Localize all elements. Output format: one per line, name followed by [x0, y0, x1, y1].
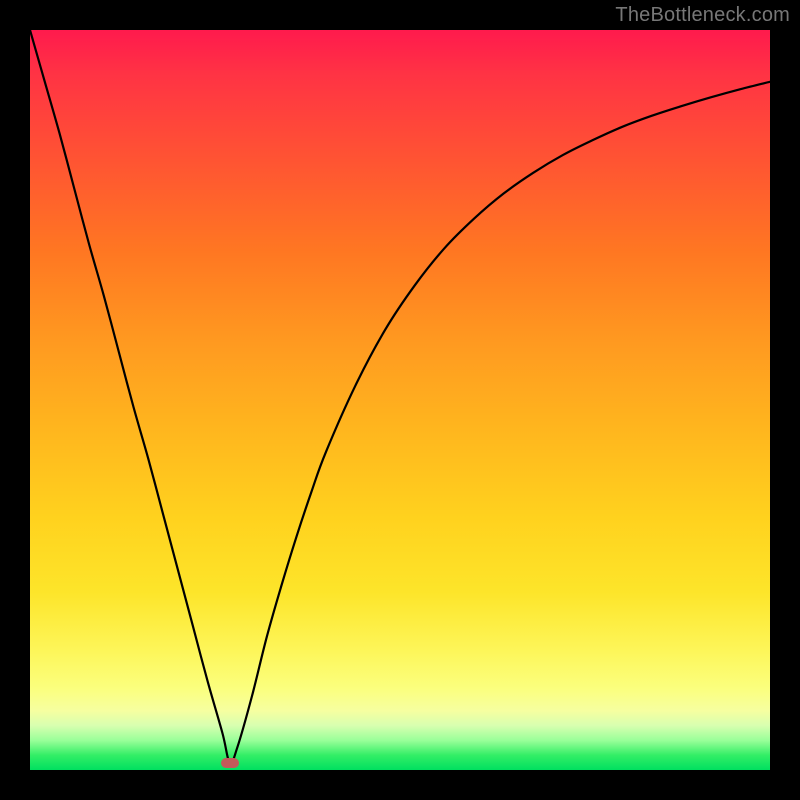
plot-area [30, 30, 770, 770]
curve-svg [30, 30, 770, 770]
optimum-marker [221, 758, 239, 768]
chart-frame: TheBottleneck.com [0, 0, 800, 800]
bottleneck-curve [30, 30, 770, 763]
watermark-text: TheBottleneck.com [615, 4, 790, 27]
